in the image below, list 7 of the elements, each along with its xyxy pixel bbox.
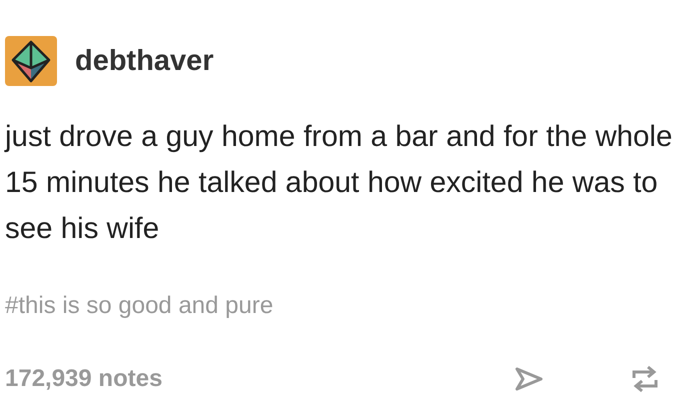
reblog-icon[interactable] xyxy=(630,364,660,394)
share-icon[interactable] xyxy=(514,366,544,392)
username[interactable]: debthaver xyxy=(75,44,214,78)
avatar-icon[interactable] xyxy=(5,36,57,86)
notes-count[interactable]: 172,939 notes xyxy=(5,365,514,393)
post-text: just drove a guy home from a bar and for the whole 15 minutes he talked about how excited he was to see his wife xyxy=(5,119,674,247)
tag-link[interactable]: #this is so good and pure xyxy=(5,292,274,320)
